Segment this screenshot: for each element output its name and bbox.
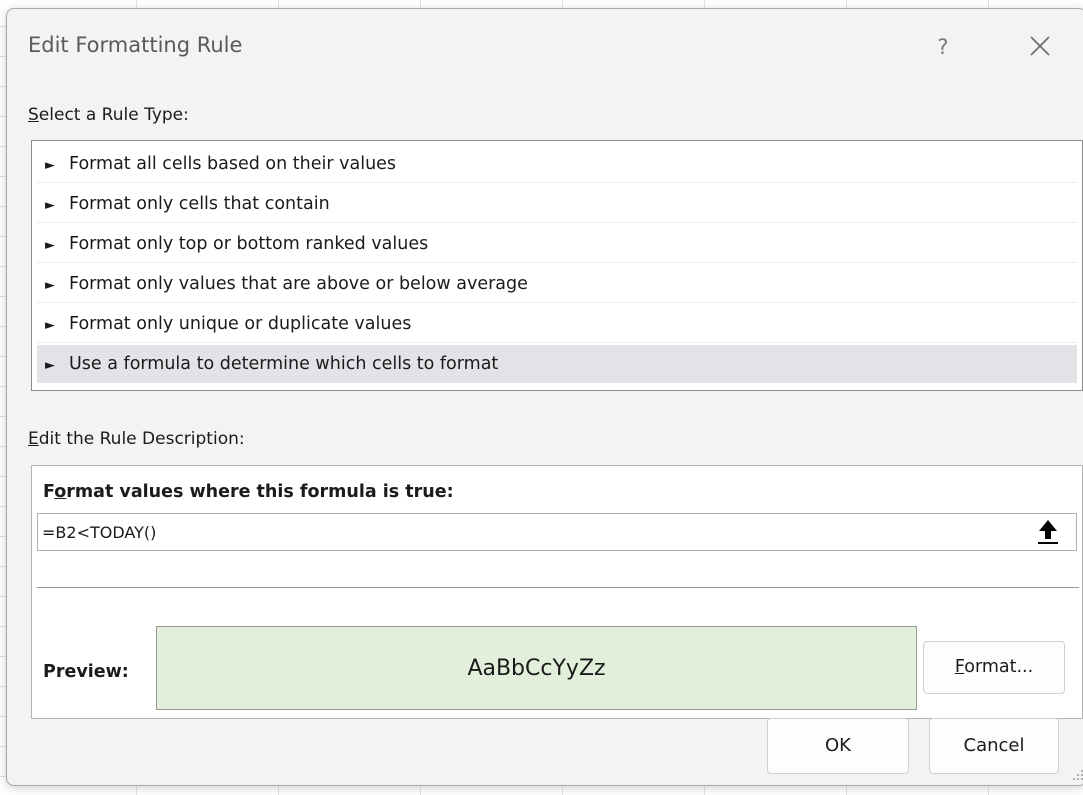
edit-rule-description-label: Edit the Rule Description: [28,429,245,449]
edit-formatting-rule-dialog: Edit Formatting Rule ? Select a Rule Typ… [6,8,1083,786]
right-pointer-icon: ► [45,278,55,293]
rule-item-use-formula[interactable]: ► Use a formula to determine which cells … [37,345,1077,383]
formula-input[interactable] [37,513,1077,551]
rule-item-all-cells[interactable]: ► Format all cells based on their values [37,145,1077,183]
select-rule-type-label: Select a Rule Type: [28,105,189,125]
rule-item-top-bottom[interactable]: ► Format only top or bottom ranked values [37,225,1077,263]
preview-sample: AaBbCcYyZz [156,626,917,710]
formula-heading: Format values where this formula is true… [43,482,454,502]
dialog-title: Edit Formatting Rule [28,33,243,57]
format-button[interactable]: Format... [923,641,1065,694]
collapse-dialog-button[interactable] [1032,516,1064,548]
resize-grip-icon[interactable] [1071,767,1083,781]
ok-button[interactable]: OK [767,718,909,774]
help-button[interactable]: ? [923,27,963,67]
right-pointer-icon: ► [45,358,55,373]
right-pointer-icon: ► [45,318,55,333]
rule-item-cells-contain[interactable]: ► Format only cells that contain [37,185,1077,223]
title-bar[interactable]: Edit Formatting Rule ? [7,9,1083,81]
right-pointer-icon: ► [45,158,55,173]
close-button[interactable] [1017,25,1063,67]
preview-label: Preview: [43,662,129,682]
close-icon [1030,36,1050,56]
right-pointer-icon: ► [45,238,55,253]
right-pointer-icon: ► [45,198,55,213]
up-arrow-icon [1038,520,1058,544]
cancel-button[interactable]: Cancel [929,718,1059,774]
rule-item-above-below-average[interactable]: ► Format only values that are above or be… [37,265,1077,303]
rule-item-unique-duplicate[interactable]: ► Format only unique or duplicate values [37,305,1077,343]
rule-type-list[interactable]: ► Format all cells based on their values … [31,140,1083,391]
divider [37,587,1079,588]
rule-description-panel: Format values where this formula is true… [31,465,1083,719]
